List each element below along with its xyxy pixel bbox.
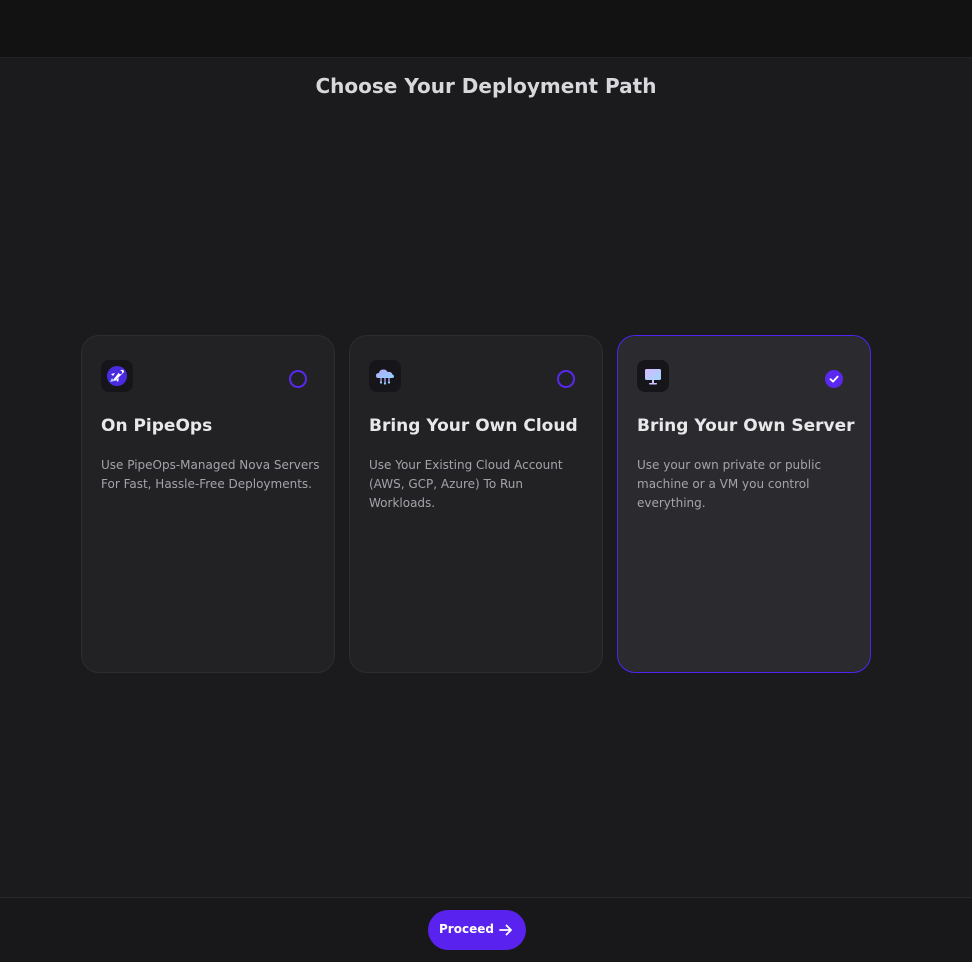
option-title: Bring Your Own Server — [637, 416, 855, 436]
option-title: Bring Your Own Cloud — [369, 416, 578, 436]
option-description: Use Your Existing Cloud Account (AWS, GC… — [369, 458, 563, 510]
radio-own-server[interactable] — [825, 370, 843, 388]
option-card-pipeops[interactable]: On PipeOps Use PipeOps-Managed Nova Serv… — [81, 335, 335, 673]
page-title: Choose Your Deployment Path — [315, 74, 657, 98]
radio-pipeops[interactable] — [289, 370, 307, 388]
option-description: Use PipeOps-Managed Nova Servers For Fas… — [101, 458, 320, 491]
arrow-right-icon — [499, 924, 512, 936]
option-card-own-server[interactable]: Bring Your Own Server Use your own priva… — [617, 335, 871, 673]
cloud-icon — [369, 360, 401, 392]
footer-bar: Proceed — [0, 897, 972, 962]
option-title: On PipeOps — [101, 416, 213, 436]
check-icon — [829, 375, 839, 383]
rocket-icon — [101, 360, 133, 392]
option-description: Use your own private or public machine o… — [637, 458, 822, 510]
top-bar — [0, 0, 972, 58]
proceed-label: Proceed — [439, 922, 494, 936]
deployment-options: On PipeOps Use PipeOps-Managed Nova Serv… — [81, 335, 873, 675]
monitor-icon — [637, 360, 669, 392]
proceed-button[interactable]: Proceed — [428, 910, 526, 950]
option-card-own-cloud[interactable]: Bring Your Own Cloud Use Your Existing C… — [349, 335, 603, 673]
radio-own-cloud[interactable] — [557, 370, 575, 388]
